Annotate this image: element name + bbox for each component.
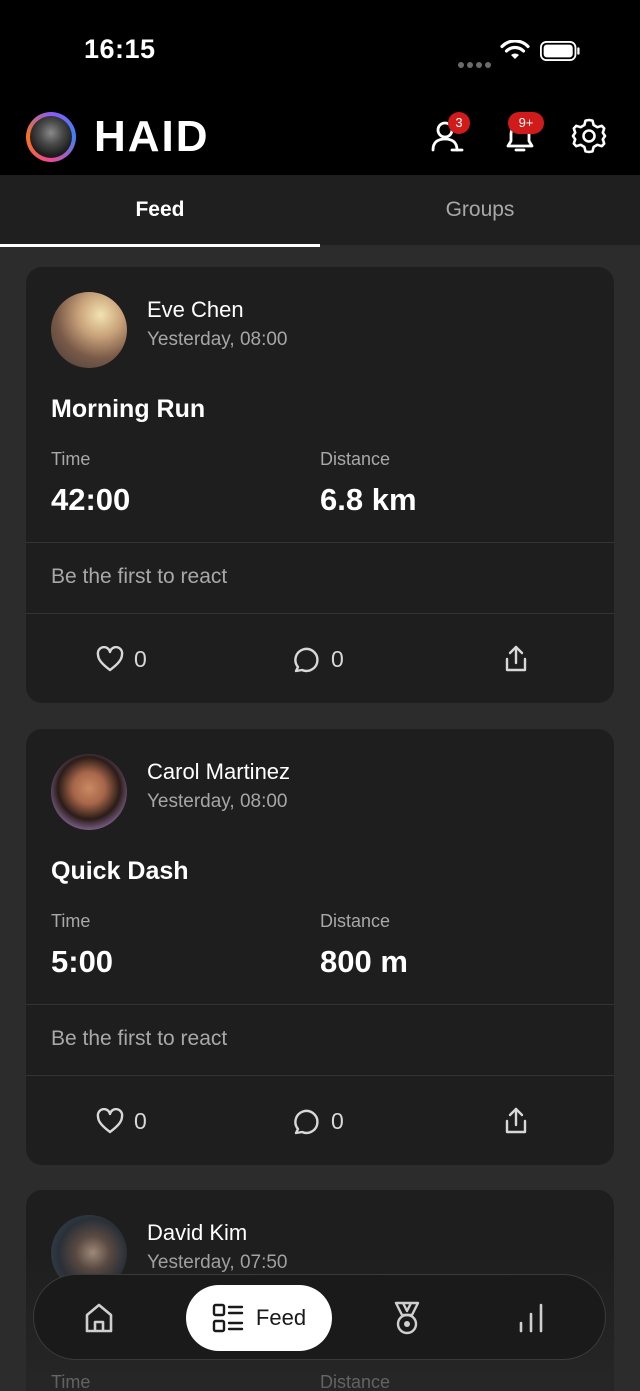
comment-button[interactable]: 0 xyxy=(293,641,344,677)
share-button[interactable] xyxy=(504,1103,538,1139)
share-icon xyxy=(505,1107,527,1134)
nav-feed-label: Feed xyxy=(255,1305,307,1330)
activity-card[interactable]: Eve Chen Yesterday, 08:00 Morning Run Ti… xyxy=(26,267,614,703)
signal-icon xyxy=(458,55,494,73)
activity-title: Morning Run xyxy=(51,395,206,423)
user-name[interactable]: Eve Chen xyxy=(147,297,244,323)
user-name[interactable]: David Kim xyxy=(147,1220,247,1246)
time-label: Time xyxy=(51,449,91,469)
activity-title: Quick Dash xyxy=(51,857,189,885)
status-time: 16:15 xyxy=(84,34,156,64)
battery-icon xyxy=(540,41,580,61)
status-bar: 16:15 xyxy=(0,0,640,100)
app-logo: HAID xyxy=(94,112,210,161)
heart-icon xyxy=(96,646,124,672)
nav-home[interactable] xyxy=(64,1275,134,1361)
active-tab-indicator xyxy=(0,244,320,247)
bottom-nav: Feed xyxy=(33,1274,606,1360)
time-value: 5:00 xyxy=(51,944,114,979)
divider xyxy=(26,613,614,614)
user-avatar[interactable] xyxy=(51,754,127,830)
tab-groups[interactable]: Groups xyxy=(320,175,640,245)
activity-card[interactable]: Carol Martinez Yesterday, 08:00 Quick Da… xyxy=(26,729,614,1165)
distance-value: 800 m xyxy=(320,944,408,979)
post-date: Yesterday, 07:50 xyxy=(147,1252,288,1273)
divider xyxy=(26,1004,614,1005)
like-count: 0 xyxy=(134,645,147,672)
distance-label: Distance xyxy=(320,449,391,469)
gear-icon xyxy=(571,118,607,154)
reaction-prompt: Be the first to react xyxy=(51,565,228,588)
comment-icon xyxy=(294,647,319,673)
settings-button[interactable] xyxy=(569,116,609,156)
post-date: Yesterday, 08:00 xyxy=(147,791,288,812)
nav-achievements[interactable] xyxy=(372,1275,442,1361)
feed-icon xyxy=(212,1303,244,1333)
share-icon xyxy=(505,645,527,672)
divider xyxy=(26,542,614,543)
post-date: Yesterday, 08:00 xyxy=(147,329,288,350)
like-button[interactable]: 0 xyxy=(96,1103,147,1139)
comment-button[interactable]: 0 xyxy=(293,1103,344,1139)
distance-label: Distance xyxy=(320,911,391,931)
heart-icon xyxy=(96,1108,124,1134)
comment-count: 0 xyxy=(331,1107,344,1134)
comment-count: 0 xyxy=(331,645,344,672)
app-header: HAID 3 9+ xyxy=(0,100,640,175)
time-value: 42:00 xyxy=(51,482,131,517)
like-count: 0 xyxy=(134,1107,147,1134)
nav-feed[interactable]: Feed xyxy=(186,1285,332,1351)
stats-icon xyxy=(519,1303,543,1333)
nav-stats[interactable] xyxy=(496,1275,566,1361)
divider xyxy=(26,1075,614,1076)
distance-label: Distance xyxy=(320,1372,391,1391)
share-button[interactable] xyxy=(504,641,538,677)
distance-value: 6.8 km xyxy=(320,482,417,517)
medal-icon xyxy=(394,1301,420,1335)
reaction-prompt: Be the first to react xyxy=(51,1027,228,1050)
tab-bar: Feed Groups xyxy=(0,175,640,247)
notifications-button[interactable]: 9+ xyxy=(500,112,544,156)
friends-button[interactable]: 3 xyxy=(428,112,470,156)
profile-avatar[interactable] xyxy=(26,112,76,162)
wifi-icon xyxy=(500,40,530,59)
notifications-badge: 9+ xyxy=(508,112,544,134)
tab-feed[interactable]: Feed xyxy=(0,175,320,245)
comment-icon xyxy=(294,1109,319,1135)
user-name[interactable]: Carol Martinez xyxy=(147,759,290,785)
time-label: Time xyxy=(51,911,91,931)
like-button[interactable]: 0 xyxy=(96,641,147,677)
user-avatar[interactable] xyxy=(51,292,127,368)
home-icon xyxy=(85,1303,113,1333)
friends-badge: 3 xyxy=(448,112,470,134)
time-label: Time xyxy=(51,1372,91,1391)
